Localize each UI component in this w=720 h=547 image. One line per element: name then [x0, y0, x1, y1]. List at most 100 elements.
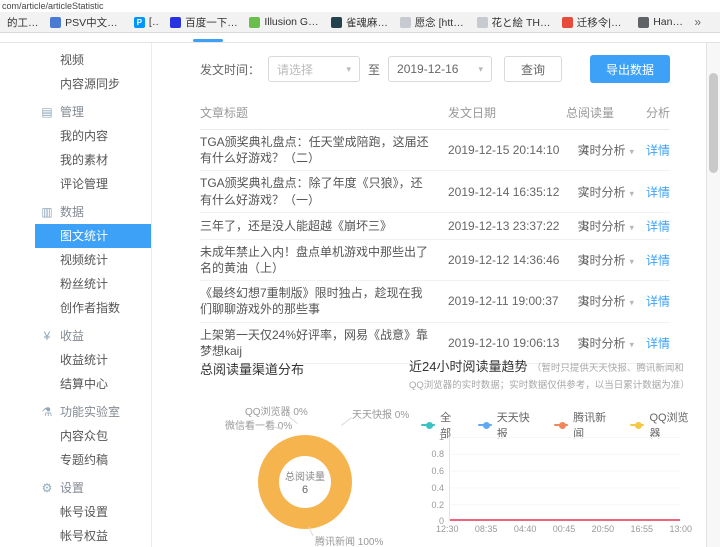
- sidebar-item-article-stats[interactable]: 图文统计: [35, 224, 151, 248]
- table-row: 上架第一天仅24%好评率，网易《战意》靠梦想kaij 2019-12-10 19…: [200, 323, 670, 364]
- caret-down-icon: ▾: [346, 63, 352, 74]
- sidebar-item-content-source-sync[interactable]: 内容源同步: [35, 72, 151, 96]
- browser-window: com/article/articleStatistic 的工作内容 PSV中文…: [0, 0, 720, 547]
- x-tick: 12:30: [436, 524, 459, 534]
- sidebar-section-label: 数据: [60, 205, 85, 219]
- y-tick: 0.8: [431, 449, 444, 459]
- bookmarks-overflow-chevron[interactable]: »: [691, 15, 704, 29]
- sidebar-item-topic-solicitation[interactable]: 专题约稿: [35, 448, 151, 472]
- sidebar-item-comment-management[interactable]: 评论管理: [35, 172, 151, 196]
- article-title-link[interactable]: 三年了，还是没人能超越《崩坏三》: [200, 218, 440, 234]
- y-tick: 0.6: [431, 466, 444, 476]
- bookmark-favicon: [50, 16, 62, 28]
- article-title-link[interactable]: TGA颁奖典礼盘点：任天堂成陪跑，这届还有什么好游戏？（二）: [200, 134, 440, 166]
- bookmark-item[interactable]: 愿念 [http://56379...: [395, 13, 472, 32]
- clipboard-icon: ▤: [41, 105, 53, 119]
- vertical-scrollbar[interactable]: [706, 43, 720, 547]
- export-data-button[interactable]: 导出数据: [589, 55, 670, 83]
- label-leader-line: [341, 417, 352, 426]
- sidebar-item-my-materials[interactable]: 我的素材: [35, 148, 151, 172]
- bookmark-item[interactable]: 迁移令|鹅娜|新闻|...: [557, 13, 633, 32]
- sidebar-item-creator-index[interactable]: 创作者指数: [35, 296, 151, 320]
- trend-header: 近24小时阅读量趋势 （暂时只提供天天快报、腾讯新闻和QQ浏览器的实时数据；实时…: [409, 359, 694, 393]
- sidebar-section-lab[interactable]: ⚗ 功能实验室: [35, 400, 151, 424]
- sidebar-item-settlement-center[interactable]: 结算中心: [35, 372, 151, 396]
- filter-bar: 发文时间： 请选择 ▾ 至 2019-12-16 ▾ 查询 导出数据: [200, 55, 670, 83]
- baidu-favicon: [170, 16, 182, 28]
- article-title-link[interactable]: TGA颁奖典礼盘点：除了年度《只狼》，还有什么好游戏？（一）: [200, 175, 440, 207]
- bookmark-label: 愿念 [http://56379...: [414, 16, 467, 29]
- bookmark-item[interactable]: 花と絵 THE ANIMAT...: [472, 13, 557, 32]
- bookmark-item[interactable]: PSV中文游戏全集 - ...: [45, 13, 129, 32]
- sidebar-item-fan-stats[interactable]: 粉丝统计: [35, 272, 151, 296]
- sidebar-item-revenue-stats[interactable]: 收益统计: [35, 348, 151, 372]
- bookmark-item[interactable]: 雀魂麻将majsoul: [326, 13, 395, 32]
- charts-section: 总阅读量渠道分布 总阅读量 6 QQ浏览器 0% 天天快报 0% 微信看一看 0…: [200, 359, 694, 547]
- bookmark-item[interactable]: Hans.Chan...: [633, 14, 691, 30]
- publish-date: 2019-12-14 16:35:12: [448, 184, 560, 199]
- detail-link[interactable]: 详情: [646, 185, 670, 199]
- query-button[interactable]: 查询: [504, 56, 563, 82]
- sidebar-item-account-rights[interactable]: 帐号权益: [35, 524, 151, 547]
- address-url-fragment[interactable]: com/article/articleStatistic: [0, 0, 720, 12]
- analysis-cell: 实时分析 ▾ 详情: [577, 292, 670, 310]
- analysis-cell: 实时分析 ▾ 详情: [577, 141, 670, 159]
- read-channel-distribution: 总阅读量渠道分布 总阅读量 6 QQ浏览器 0% 天天快报 0% 微信看一看 0…: [200, 359, 409, 547]
- majsoul-favicon: [330, 16, 342, 28]
- detail-link[interactable]: 详情: [646, 336, 670, 350]
- detail-link[interactable]: 详情: [646, 295, 670, 309]
- realtime-analysis-dropdown[interactable]: 实时分析 ▾: [577, 336, 634, 350]
- sidebar-section-management[interactable]: ▤ 管理: [35, 100, 151, 124]
- publish-date: 2019-12-10 19:06:13: [448, 335, 560, 350]
- bookmark-item[interactable]: Illusion Game Card...: [244, 14, 326, 30]
- scrollbar-thumb[interactable]: [709, 73, 718, 173]
- realtime-analysis-dropdown[interactable]: 实时分析 ▾: [577, 144, 634, 158]
- detail-link[interactable]: 详情: [646, 144, 670, 158]
- sidebar-section-label: 收益: [60, 329, 85, 343]
- x-tick: 13:00: [669, 524, 692, 534]
- sidebar-item-my-content[interactable]: 我的内容: [35, 124, 151, 148]
- sidebar-item-video[interactable]: 视频: [35, 48, 151, 72]
- header-total-reads: 总阅读量: [566, 106, 615, 120]
- bookmark-item[interactable]: 百度一下，你就知道: [165, 13, 244, 32]
- sidebar-item-account-settings[interactable]: 帐号设置: [35, 500, 151, 524]
- bookmark-label: 迁移令|鹅娜|新闻|...: [576, 16, 629, 29]
- article-title-link[interactable]: 《最终幻想7重制版》限时独占，趁现在我们聊聊游戏外的那些事: [200, 285, 440, 317]
- sidebar-section-data[interactable]: ▥ 数据: [35, 200, 151, 224]
- sidebar-section-settings[interactable]: ⚙ 设置: [35, 476, 151, 500]
- realtime-analysis-dropdown[interactable]: 实时分析 ▾: [577, 295, 634, 309]
- realtime-analysis-dropdown[interactable]: 实时分析 ▾: [577, 253, 634, 267]
- article-title-link[interactable]: 上架第一天仅24%好评率，网易《战意》靠梦想kaij: [200, 327, 440, 359]
- bookmark-label: 百度一下，你就知道: [185, 16, 239, 29]
- publish-date: 2019-12-11 19:00:37: [448, 294, 559, 309]
- bookmark-label: 花と絵 THE ANIMAT...: [491, 16, 552, 29]
- bookmark-item[interactable]: 的工作内容: [2, 13, 45, 32]
- detail-link[interactable]: 详情: [646, 219, 670, 233]
- trend-chart-title: 近24小时阅读量趋势: [409, 359, 528, 374]
- bookmarks-bar: 的工作内容 PSV中文游戏全集 - ... P [pixiv] 百度一下，你就知…: [0, 12, 720, 33]
- sidebar-section-label: 设置: [60, 481, 85, 495]
- table-row: 未成年禁止入内！盘点单机游戏中那些出了名的黄油（上） 2019-12-12 14…: [200, 240, 670, 282]
- start-date-select[interactable]: 请选择 ▾: [268, 56, 361, 82]
- realtime-analysis-dropdown[interactable]: 实时分析 ▾: [577, 185, 634, 199]
- article-title-link[interactable]: 未成年禁止入内！盘点单机游戏中那些出了名的黄油（上）: [200, 244, 440, 276]
- x-tick: 00:45: [552, 524, 576, 534]
- end-date-select[interactable]: 2019-12-16 ▾: [388, 56, 493, 82]
- bookmark-item[interactable]: P [pixiv]: [129, 14, 165, 30]
- start-date-placeholder: 请选择: [277, 62, 314, 77]
- detail-link[interactable]: 详情: [646, 253, 670, 267]
- to-label: 至: [368, 62, 381, 77]
- donut-label-qq-browser: QQ浏览器 0%: [245, 407, 308, 418]
- realtime-analysis-dropdown[interactable]: 实时分析 ▾: [577, 219, 634, 233]
- trend-24h-block: 近24小时阅读量趋势 （暂时只提供天天快报、腾讯新闻和QQ浏览器的实时数据；实时…: [409, 359, 694, 547]
- sidebar-item-content-crowdsource[interactable]: 内容众包: [35, 424, 151, 448]
- bookmark-label: Hans.Chan...: [653, 16, 687, 28]
- sidebar-section-revenue[interactable]: ¥ 收益: [35, 324, 151, 348]
- gear-icon: ⚙: [41, 481, 53, 495]
- page-tab-strip: [0, 33, 720, 43]
- donut-chart: 总阅读量 6: [258, 435, 352, 529]
- sidebar-item-video-stats[interactable]: 视频统计: [35, 248, 151, 272]
- caret-down-icon: ▾: [478, 63, 484, 74]
- publish-date: 2019-12-12 14:36:46: [448, 252, 560, 267]
- table-row: TGA颁奖典礼盘点：任天堂成陪跑，这届还有什么好游戏？（二） 2019-12-1…: [200, 130, 670, 172]
